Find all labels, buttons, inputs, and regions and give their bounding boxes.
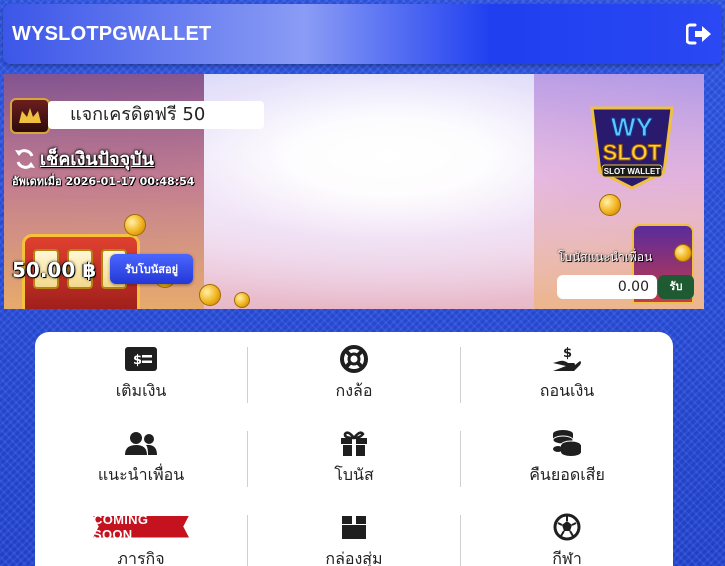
menu-item-deposit[interactable]: $ เติมเงิน [35,332,247,404]
app-title: WYSLOTPGWALLET [12,23,212,45]
coin-decoration [674,244,692,262]
claim-bonus-button[interactable]: รับโบนัสอยู่ [110,254,193,284]
menu-label: ถอนเงิน [539,381,595,400]
coin-decoration [199,284,221,306]
logout-icon [686,23,711,45]
coin-decoration [599,194,621,216]
money-bill-icon: $ [125,346,157,371]
promo-text: แจกเครดิตฟรี 50 [48,101,264,129]
logout-button[interactable] [684,19,714,49]
coins-icon [552,429,582,456]
logo-text-slot-wallet: SLOT WALLET [604,167,661,176]
referral-bonus-label: โบนัสแนะนำเพื่อน [558,250,653,264]
coin-decoration [234,292,250,308]
wy-slot-logo: WY SLOT SLOT WALLET [590,106,674,190]
coin-decoration [124,214,146,236]
check-balance-label: เช็คเงินปัจจุบัน [40,149,154,170]
referral-bonus-value: 0.00 [557,275,657,299]
menu-item-cashback[interactable]: คืนยอดเสีย [461,416,673,488]
menu-item-withdraw[interactable]: $ ถอนเงิน [461,332,673,404]
menu-label: กงล้อ [335,381,373,400]
refresh-icon [15,148,35,169]
logo-text-wy: WY [611,112,653,142]
box-icon [342,515,366,539]
svg-text:$: $ [563,346,572,361]
app-header: WYSLOTPGWALLET [3,4,722,64]
life-ring-icon [340,344,368,373]
check-balance-button[interactable]: เช็คเงินปัจจุบัน [14,144,154,173]
menu-item-referral[interactable]: แนะนำเพื่อน [35,416,247,488]
menu-item-sports[interactable]: กีฬา [461,500,673,566]
menu-item-wheel[interactable]: กงล้อ [248,332,460,404]
promo-banner: แจกเครดิตฟรี 50 เช็คเงินปัจจุบัน อัพเดทเ… [4,74,704,309]
menu-label: กล่องสุ่ม [325,549,383,566]
menu-label: ภารกิจ [117,549,165,566]
menu-grid: $ เติมเงิน กงล้อ $ ถอนเงิน แนะนำเพื่อน โ… [35,332,673,566]
coming-soon-badge: COMING SOON [93,515,189,538]
brand-badge-logo [10,98,50,134]
menu-item-mystery-box[interactable]: กล่องสุ่ม [248,500,460,566]
menu-label: คืนยอดเสีย [529,465,605,484]
updated-at-text: อัพเดทเมื่อ 2026-01-17 00:48:54 [12,175,195,188]
svg-text:$: $ [133,353,142,368]
menu-label: เติมเงิน [115,381,167,400]
logo-text-slot: SLOT [603,140,662,165]
referral-claim-button[interactable]: รับ [658,275,694,299]
menu-item-missions[interactable]: COMING SOON ภารกิจ [35,500,247,566]
menu-label: กีฬา [552,549,582,566]
menu-label: แนะนำเพื่อน [97,465,185,484]
gift-icon [341,430,367,456]
menu-label: โบนัส [334,465,374,484]
hand-dollar-icon: $ [553,346,581,371]
users-icon [125,431,157,455]
menu-item-bonus[interactable]: โบนัส [248,416,460,488]
soccer-ball-icon [553,513,581,540]
balance-value: 50.00 ฿ [12,258,97,282]
